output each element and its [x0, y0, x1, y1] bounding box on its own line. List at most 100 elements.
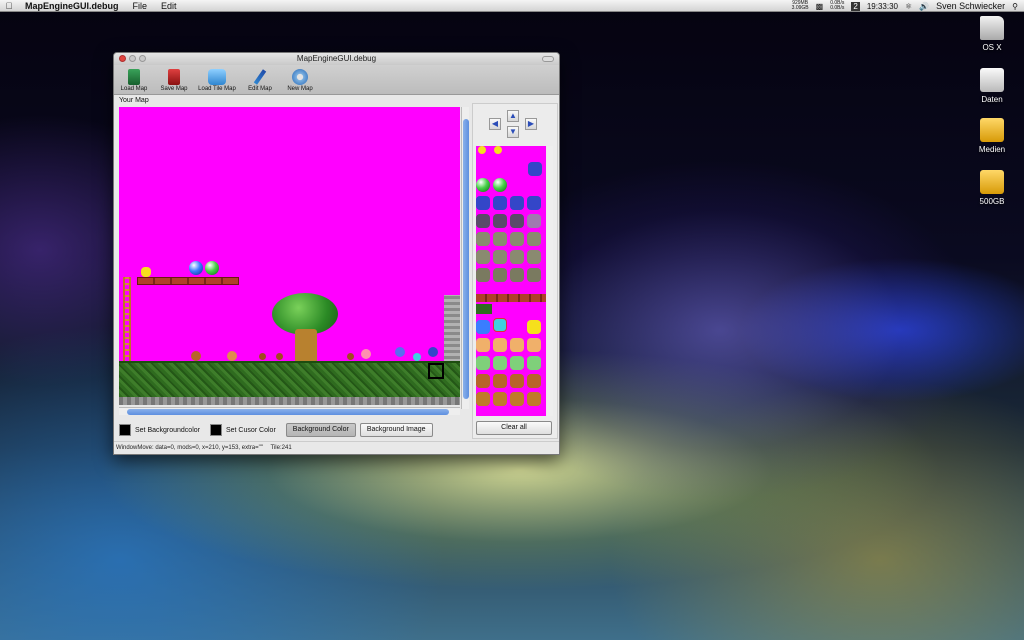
minimize-icon[interactable]: [129, 55, 136, 62]
tile[interactable]: [528, 162, 542, 176]
spotlight-icon[interactable]: ⚲: [1012, 2, 1018, 11]
tile[interactable]: [493, 374, 507, 388]
tile[interactable]: [476, 304, 492, 314]
spaces-indicator[interactable]: 2: [851, 1, 860, 11]
tile[interactable]: [527, 232, 541, 246]
set-background-color-label[interactable]: Set Backgroundcolor: [135, 427, 200, 434]
background-image-button[interactable]: Background Image: [359, 423, 433, 437]
tile[interactable]: [476, 232, 490, 246]
tile[interactable]: [493, 250, 507, 264]
tile[interactable]: [476, 294, 546, 302]
tile[interactable]: [476, 374, 490, 388]
tile[interactable]: [510, 232, 524, 246]
tile[interactable]: [510, 338, 524, 352]
blue-creature-sprite: [395, 347, 405, 357]
palette-scrollbar[interactable]: [547, 146, 553, 416]
desktop-icon-medien[interactable]: Medien: [970, 118, 1014, 154]
tile[interactable]: [476, 196, 490, 210]
mushroom-sprite: [227, 351, 237, 361]
horizontal-scroll-thumb[interactable]: [127, 409, 449, 415]
load-tile-map-button[interactable]: Load Tile Map: [196, 69, 238, 92]
hard-drive-icon: [980, 16, 1004, 40]
window-titlebar[interactable]: MapEngineGUI.debug: [114, 53, 559, 65]
arrow-left-icon[interactable]: ◀: [489, 118, 501, 130]
new-map-button[interactable]: New Map: [282, 69, 318, 92]
map-vertical-scrollbar[interactable]: [461, 107, 469, 409]
tile[interactable]: [493, 392, 507, 406]
tile[interactable]: [493, 318, 507, 332]
tile[interactable]: [476, 356, 490, 370]
bluetooth-icon[interactable]: ⚛: [905, 2, 912, 11]
tile[interactable]: [527, 196, 541, 210]
close-icon[interactable]: [119, 55, 126, 62]
tile[interactable]: [476, 392, 490, 406]
arrow-right-icon[interactable]: ▶: [525, 118, 537, 130]
tile[interactable]: [476, 268, 490, 282]
tile[interactable]: [527, 374, 541, 388]
tile[interactable]: [527, 392, 541, 406]
map-canvas[interactable]: [119, 107, 460, 405]
tile[interactable]: [510, 214, 524, 228]
map-horizontal-scrollbar[interactable]: [119, 407, 460, 415]
menu-file[interactable]: File: [126, 1, 155, 11]
tile[interactable]: [476, 320, 490, 334]
arrow-up-icon[interactable]: ▲: [507, 110, 519, 122]
tile[interactable]: [478, 146, 486, 154]
tile[interactable]: [493, 232, 507, 246]
tile[interactable]: [493, 214, 507, 228]
tile[interactable]: [527, 214, 541, 228]
tile[interactable]: [476, 338, 490, 352]
network-monitor[interactable]: 0.0B/s 0.0B/s: [830, 1, 844, 11]
tile[interactable]: [494, 146, 502, 154]
app-menu[interactable]: MapEngineGUI.debug: [18, 1, 126, 11]
save-map-button[interactable]: Save Map: [156, 69, 192, 92]
tile[interactable]: [476, 178, 490, 192]
clear-all-button[interactable]: Clear all: [476, 421, 552, 435]
tile[interactable]: [510, 392, 524, 406]
tile-palette-panel: ▲ ▼ ◀ ▶ Clear all: [472, 103, 558, 439]
tile[interactable]: [510, 374, 524, 388]
tile[interactable]: [476, 214, 490, 228]
tile-palette[interactable]: [476, 146, 546, 416]
tile[interactable]: [527, 356, 541, 370]
vertical-scroll-thumb[interactable]: [463, 119, 469, 399]
menu-clock[interactable]: 19:33:30: [867, 2, 898, 11]
load-tile-map-icon: [208, 69, 226, 85]
tile[interactable]: [493, 338, 507, 352]
tile[interactable]: [493, 196, 507, 210]
set-cursor-color-label[interactable]: Set Cusor Color: [226, 427, 276, 434]
tile[interactable]: [527, 320, 541, 334]
arrow-down-icon[interactable]: ▼: [507, 126, 519, 138]
menu-edit[interactable]: Edit: [154, 1, 184, 11]
volume-icon[interactable]: 🔊: [919, 2, 929, 11]
tile[interactable]: [527, 268, 541, 282]
tile[interactable]: [510, 196, 524, 210]
tile[interactable]: [493, 356, 507, 370]
tile[interactable]: [476, 250, 490, 264]
tile[interactable]: [510, 356, 524, 370]
user-name[interactable]: Sven Schwiecker: [936, 1, 1005, 11]
memory-monitor[interactable]: 929MB 3.09GB: [792, 1, 809, 11]
cursor-color-swatch[interactable]: [209, 424, 222, 436]
zoom-icon[interactable]: [139, 55, 146, 62]
apple-menu-icon[interactable]: : [0, 1, 18, 11]
desktop-icon-500gb[interactable]: 500GB: [970, 170, 1014, 206]
tile[interactable]: [527, 338, 541, 352]
tile[interactable]: [510, 250, 524, 264]
load-map-button[interactable]: Load Map: [116, 69, 152, 92]
tile[interactable]: [510, 268, 524, 282]
edit-map-button[interactable]: Edit Map: [242, 69, 278, 92]
background-color-swatch[interactable]: [119, 424, 131, 436]
tile[interactable]: [493, 268, 507, 282]
tile[interactable]: [527, 250, 541, 264]
desktop-icon-osx[interactable]: OS X: [970, 16, 1014, 52]
wizard-sprite: [428, 347, 438, 357]
mushroom-sprite: [191, 351, 201, 361]
display-icon[interactable]: ▩: [816, 2, 824, 11]
tile[interactable]: [493, 178, 507, 192]
background-color-button[interactable]: Background Color: [285, 423, 356, 437]
pencil-icon: [253, 69, 267, 85]
toolbar-toggle-button[interactable]: [542, 56, 554, 62]
desktop-icon-daten[interactable]: Daten: [970, 68, 1014, 104]
gear-icon: [292, 69, 308, 85]
